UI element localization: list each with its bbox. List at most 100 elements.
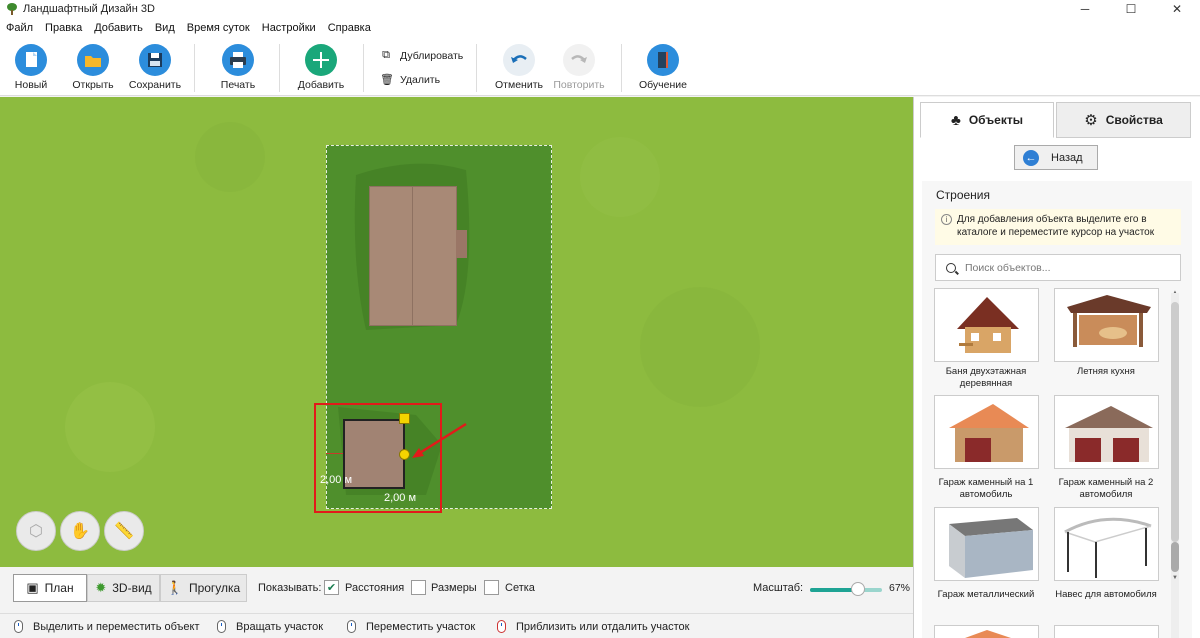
gear-icon: ⚙ [1084,112,1098,129]
tree-icon: ✹ [95,580,107,595]
catalog-item[interactable] [1054,288,1159,362]
catalog-item[interactable] [934,625,1039,638]
catalog-item-label: Гараж металлический [937,589,1035,600]
walk-label: Прогулка [188,581,241,595]
zoom-slider-thumb[interactable] [851,582,866,596]
copy-icon: ⧉ [382,49,390,61]
catalog-item[interactable] [934,288,1039,362]
mouse-left-icon [14,620,23,633]
scale-label: Масштаб: [753,582,804,594]
menu-time-of-day[interactable]: Время суток [187,22,250,34]
layers-icon: ⬡ [29,523,43,540]
distances-checkbox[interactable]: ✔ [324,580,339,595]
back-button[interactable]: ← Назад [1014,145,1098,170]
save-button[interactable]: Сохранить [125,44,185,91]
zoom-value: 67% [889,582,911,594]
menu-edit[interactable]: Правка [45,22,82,34]
close-button[interactable]: ✕ [1154,0,1200,18]
tab-properties[interactable]: ⚙ Свойства [1056,102,1191,138]
new-button[interactable]: Новый [1,44,61,91]
plan-label: План [44,581,74,595]
hint-pan-text: Переместить участок [366,620,476,633]
book-icon [647,44,679,76]
catalog-item[interactable] [934,395,1039,469]
back-label: Назад [1051,151,1083,164]
plan-view-button[interactable]: ▣ План [13,574,87,602]
catalog-item-label: Гараж каменный на 2 автомобиля [1058,477,1154,500]
redo-button[interactable]: Повторить [549,44,609,91]
scroll-down-icon[interactable]: ▼ [1171,575,1179,581]
delete-button[interactable]: 🗑 Удалить [380,73,440,87]
info-hint-text: Для добавления объекта выделите его в ка… [957,214,1155,238]
hint-rotate: Вращать участок [217,620,323,633]
toolbar-divider [621,44,622,92]
catalog-item[interactable] [1054,625,1159,638]
hint-pan: Переместить участок [347,620,475,633]
house-annex[interactable] [456,230,467,258]
catalog-item-label: Гараж каменный на 1 автомобиль [938,477,1034,500]
open-button[interactable]: Открыть [63,44,123,91]
section-title: Строения [936,188,991,202]
menu-view[interactable]: Вид [155,22,175,34]
catalog-item[interactable] [1054,395,1159,469]
roof-ridge-line [412,186,413,326]
scroll-thumb[interactable] [1171,302,1179,542]
pan-tool-button[interactable]: ✋ [60,511,100,551]
mouse-right-icon [217,620,226,633]
undo-arrow-icon [503,44,535,76]
catalog-item-label: Летняя кухня [1077,366,1135,377]
tab-objects-label: Объекты [968,113,1023,127]
single-garage-icon [949,404,1029,462]
catalog-item-preview-icon [965,630,1011,638]
catalog-item-label: Баня двухэтажная деревянная [945,366,1027,389]
search-icon [946,262,956,273]
catalog-item-label: Навес для автомобиля [1055,589,1157,600]
summer-kitchen-icon [1067,295,1151,347]
3d-view-button[interactable]: ✹ 3D-вид [87,574,160,602]
hint-zoom-text: Приблизить или отдалить участок [516,620,690,633]
add-button[interactable]: Добавить [291,44,351,91]
menu-file[interactable]: Файл [6,22,33,34]
info-icon: i [941,214,952,225]
plus-icon [305,44,337,76]
grid-checkbox[interactable] [484,580,499,595]
maximize-button[interactable]: ☐ [1108,0,1154,18]
zoom-slider-track[interactable] [810,588,882,592]
scroll-thumb-active[interactable] [1171,542,1179,572]
menu-settings[interactable]: Настройки [262,22,316,34]
open-label: Открыть [72,79,114,91]
catalog-item[interactable] [934,507,1039,581]
menu-help[interactable]: Справка [328,22,371,34]
title-bar: Ландшафтный Дизайн 3D ─ ☐ ✕ [0,0,1200,18]
hint-zoom: Приблизить или отдалить участок [497,620,689,633]
measure-tool-button[interactable]: 📏 [104,511,144,551]
toolbar-divider [194,44,195,92]
toolbar-divider [279,44,280,92]
tab-objects[interactable]: ♣ Объекты [920,102,1054,138]
info-hint: i Для добавления объекта выделите его в … [935,209,1181,245]
ruler-icon: 📏 [114,523,134,540]
menu-add[interactable]: Добавить [94,22,143,34]
duplicate-button[interactable]: ⧉ Дублировать [380,49,463,62]
object-search-input[interactable]: Поиск объектов... [935,254,1181,281]
catalog-item[interactable] [1054,507,1159,581]
duplicate-label: Дублировать [400,49,464,62]
window-title: Ландшафтный Дизайн 3D [23,3,155,15]
floppy-disk-icon [139,44,171,76]
undo-button[interactable]: Отменить [489,44,549,91]
printer-icon [222,44,254,76]
house-roof[interactable] [369,186,457,326]
minimize-button[interactable]: ─ [1062,0,1108,18]
status-bar: Выделить и переместить объект Вращать уч… [0,613,913,638]
sizes-label: Размеры [431,582,477,594]
tutorial-button[interactable]: Обучение [633,44,693,91]
mouse-middle-icon [347,620,356,633]
search-placeholder: Поиск объектов... [965,261,1051,274]
walk-view-button[interactable]: 🚶 Прогулка [160,574,247,602]
toolbar: Новый Открыть Сохранить Печать Добавить … [0,38,1200,96]
mouse-wheel-icon [497,620,506,633]
reset-view-button[interactable]: ⬡ [16,511,56,551]
folder-icon [77,44,109,76]
print-button[interactable]: Печать [208,44,268,91]
sizes-checkbox[interactable] [411,580,426,595]
